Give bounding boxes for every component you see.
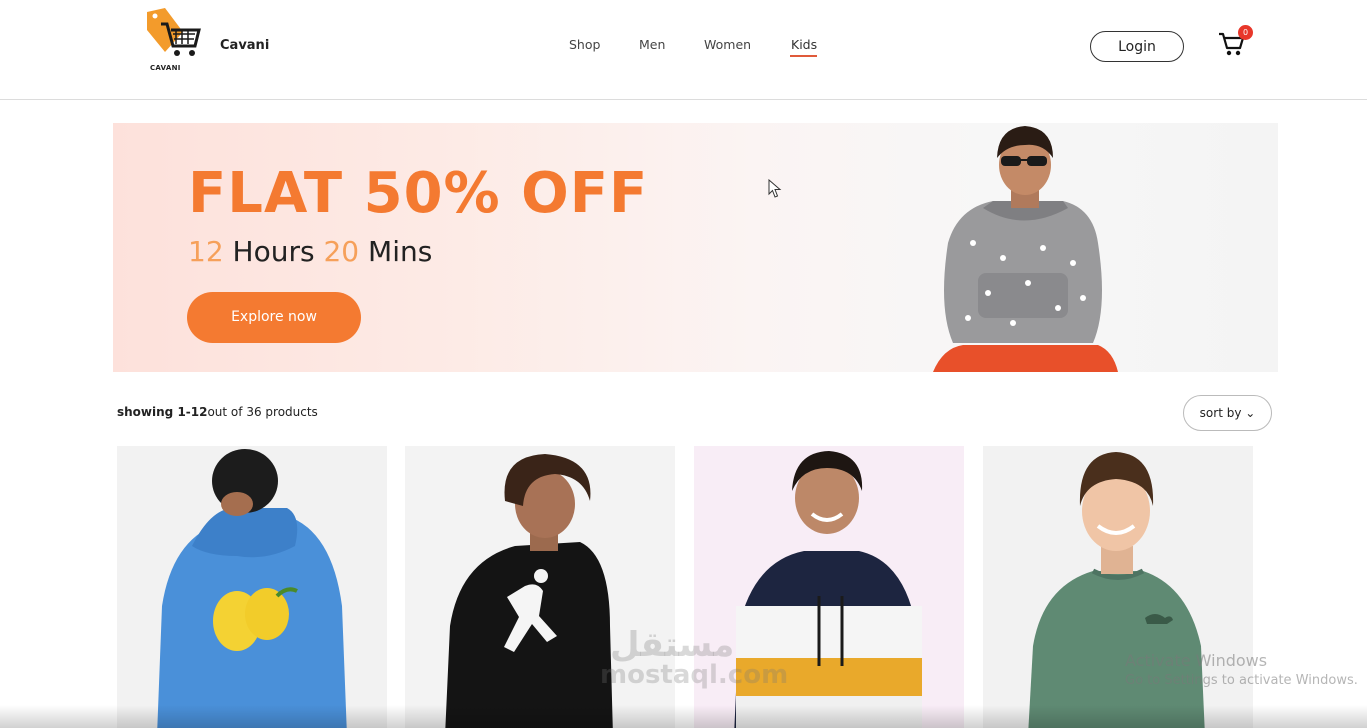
bottom-shadow [0, 705, 1367, 728]
nav-active-underline [790, 55, 817, 57]
results-range: showing 1-12 [117, 405, 208, 419]
product-image [117, 446, 387, 728]
results-total: out of 36 products [207, 405, 318, 419]
logo-text: CAVANI [150, 64, 181, 72]
nav-shop[interactable]: Shop [569, 37, 600, 52]
banner-title: FLAT 50% OFF [188, 161, 649, 226]
site-watermark: مستقل mostaql.com [600, 625, 789, 690]
watermark-arabic: مستقل [610, 625, 735, 665]
brand-name[interactable]: Cavani [220, 38, 269, 53]
results-count: showing 1-12out of 36 products [117, 405, 318, 419]
countdown-hours: 12 [188, 235, 224, 268]
promo-banner: FLAT 50% OFF 12 Hours 20 Mins Explore no… [113, 123, 1278, 372]
nav-kids[interactable]: Kids [791, 37, 817, 52]
activate-windows-notice: Activate Windows Go to Settings to activ… [1125, 651, 1358, 688]
banner-countdown: 12 Hours 20 Mins [188, 235, 432, 268]
sort-by-label: sort by [1199, 406, 1242, 420]
product-card[interactable] [117, 446, 387, 728]
banner-model-image [933, 126, 1118, 372]
watermark-latin: mostaql.com [600, 660, 789, 690]
activate-subtitle: Go to Settings to activate Windows. [1125, 673, 1358, 688]
nav-men[interactable]: Men [639, 37, 665, 52]
sort-by-dropdown[interactable]: sort by ⌄ [1183, 395, 1272, 431]
chevron-down-icon: ⌄ [1245, 406, 1256, 420]
countdown-mins-label: Mins [368, 235, 433, 268]
nav-women[interactable]: Women [704, 37, 751, 52]
page: CAVANI Cavani Shop Men Women Kids Login … [0, 0, 1367, 728]
activate-title: Activate Windows [1125, 651, 1268, 670]
cart-count-badge: 0 [1238, 25, 1253, 40]
top-header: CAVANI Cavani Shop Men Women Kids Login … [0, 0, 1367, 100]
countdown-mins: 20 [323, 235, 360, 268]
explore-now-button[interactable]: Explore now [187, 292, 361, 343]
countdown-hours-label: Hours [232, 235, 315, 268]
login-button[interactable]: Login [1090, 31, 1184, 62]
mouse-cursor-icon [768, 179, 782, 198]
